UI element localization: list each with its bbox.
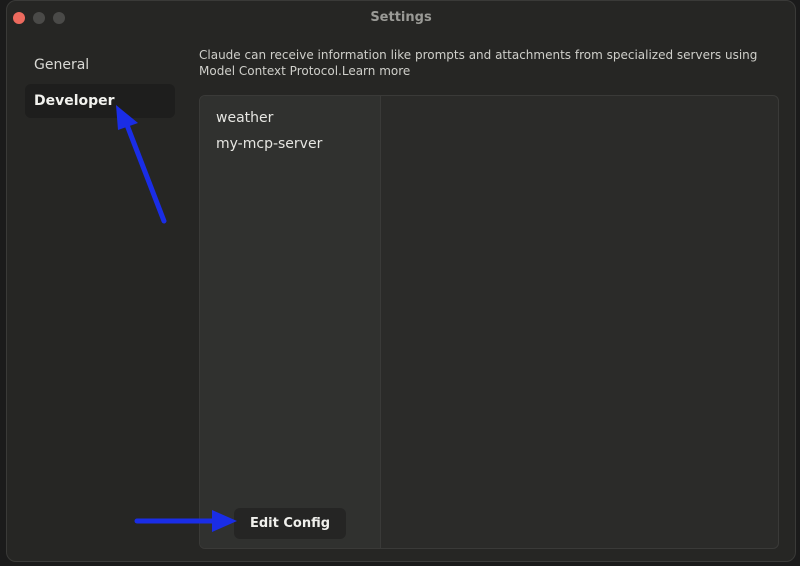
settings-window: Settings General Developer Claude can re… [6, 0, 796, 562]
sidebar-item-general[interactable]: General [25, 48, 175, 82]
window-title: Settings [370, 10, 432, 25]
learn-more-link[interactable]: Learn more [342, 64, 410, 78]
server-item-my-mcp-server[interactable]: my-mcp-server [200, 131, 380, 157]
settings-sidebar: General Developer [25, 48, 175, 120]
server-list: weather my-mcp-server Edit Config [200, 96, 381, 548]
mcp-description: Claude can receive information like prom… [199, 47, 769, 79]
sidebar-item-developer[interactable]: Developer [25, 84, 175, 118]
server-item-weather[interactable]: weather [200, 105, 380, 131]
title-bar: Settings [7, 1, 795, 35]
edit-config-button[interactable]: Edit Config [234, 508, 346, 539]
mcp-servers-panel: weather my-mcp-server Edit Config [199, 95, 779, 549]
description-text: Claude can receive information like prom… [199, 48, 758, 78]
